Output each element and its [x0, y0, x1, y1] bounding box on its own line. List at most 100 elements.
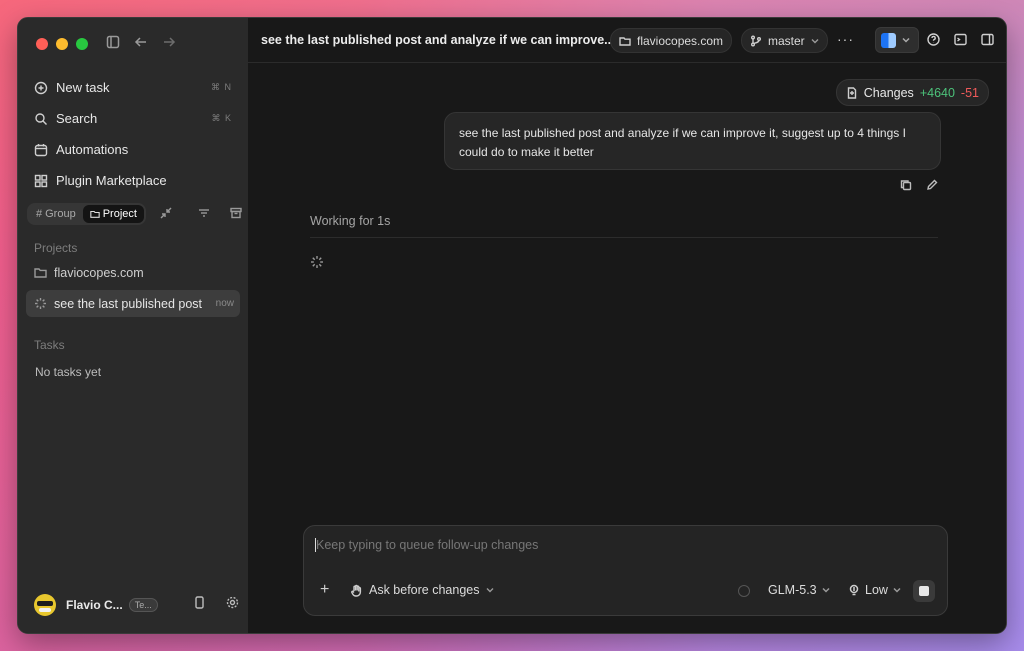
more-options-button[interactable]: ···	[837, 31, 854, 47]
composer-input[interactable]: Keep typing to queue follow-up changes	[315, 538, 538, 552]
group-toggle-button[interactable]: # Group	[29, 205, 83, 223]
projects-section-title: Projects	[34, 241, 78, 255]
folder-icon	[34, 268, 47, 278]
user-message-bubble: see the last published post and analyze …	[444, 112, 941, 170]
profile-actions	[193, 596, 239, 614]
plan-badge: Te...	[128, 598, 158, 612]
mobile-device-icon[interactable]	[193, 596, 206, 614]
loading-spinner-icon	[35, 298, 46, 309]
working-status: Working for 1s	[310, 214, 391, 228]
changes-label: Changes	[863, 85, 914, 100]
chevron-down-icon	[822, 587, 830, 593]
chevron-down-icon	[902, 37, 910, 43]
changes-button[interactable]: Changes +4640 -51	[835, 79, 989, 106]
task-label: see the last published post	[54, 296, 203, 311]
chevron-down-icon	[893, 587, 901, 593]
copy-icon[interactable]	[900, 178, 912, 196]
effort-label: Low	[865, 583, 888, 597]
lines-removed-count: -51	[960, 85, 979, 100]
folder-icon	[619, 36, 631, 46]
nav-label: Search	[56, 111, 98, 126]
finder-icon	[881, 32, 896, 48]
shortcut-hint: ⌘ N	[211, 82, 232, 92]
zoom-window-button[interactable]	[76, 38, 88, 50]
lightbulb-icon	[849, 584, 859, 596]
user-profile[interactable]: Flavio C... Te...	[34, 591, 239, 619]
back-arrow-icon[interactable]	[134, 35, 148, 54]
branch-name: master	[768, 33, 805, 48]
group-project-toggle: # Group Project	[27, 203, 146, 225]
automations-icon	[34, 143, 48, 156]
add-attachment-button[interactable]: +	[320, 581, 329, 599]
divider	[310, 237, 938, 238]
new-task-icon	[34, 81, 48, 94]
task-title: see the last published post and analyze …	[261, 33, 615, 47]
message-composer[interactable]: Keep typing to queue follow-up changes +…	[303, 525, 948, 616]
automations-button[interactable]: Automations	[26, 134, 240, 165]
nav-label: Automations	[56, 142, 129, 157]
hash-icon: #	[36, 208, 43, 220]
window-controls	[36, 38, 88, 50]
app-window: New task ⌘ N Search ⌘ K Automations Plug…	[17, 17, 1007, 634]
folder-icon	[89, 210, 100, 218]
close-window-button[interactable]	[36, 38, 48, 50]
search-icon	[35, 112, 47, 125]
forward-arrow-icon[interactable]	[162, 35, 176, 54]
new-task-button[interactable]: New task ⌘ N	[26, 72, 240, 103]
task-timestamp: now	[215, 298, 234, 309]
chevron-down-icon	[486, 588, 493, 593]
collapse-icon[interactable]	[160, 206, 172, 224]
task-item-active[interactable]: see the last published post now	[26, 290, 240, 317]
model-selector[interactable]: GLM-5.3	[768, 583, 830, 597]
edit-pencil-icon[interactable]	[926, 178, 938, 196]
plugin-marketplace-button[interactable]: Plugin Marketplace	[26, 165, 240, 196]
search-button[interactable]: Search ⌘ K	[26, 103, 240, 134]
sidebar-toolbar	[106, 35, 176, 54]
project-name: flaviocopes.com	[637, 33, 724, 48]
tasks-empty-state: No tasks yet	[35, 365, 102, 379]
archive-icon[interactable]	[230, 206, 242, 224]
branch-selector[interactable]: master	[741, 28, 828, 53]
hand-icon	[351, 584, 362, 597]
stop-icon	[919, 586, 929, 596]
avatar	[34, 594, 56, 616]
toggle-sidebar-icon[interactable]	[106, 35, 120, 54]
git-branch-icon	[751, 35, 761, 46]
composer-toolbar: + Ask before changes GLM-5.3 Low	[304, 579, 947, 603]
nav-label: New task	[56, 80, 110, 95]
project-toggle-button[interactable]: Project	[82, 205, 144, 223]
grouping-controls: # Group Project	[27, 203, 242, 225]
sidebar-nav: New task ⌘ N Search ⌘ K Automations Plug…	[26, 72, 240, 196]
sidebar-list-tools	[160, 206, 242, 224]
model-label: GLM-5.3	[768, 583, 817, 597]
help-icon[interactable]	[927, 33, 940, 51]
sidebar: New task ⌘ N Search ⌘ K Automations Plug…	[18, 18, 248, 633]
permission-mode-selector[interactable]: Ask before changes	[350, 583, 494, 597]
filter-icon[interactable]	[198, 206, 210, 224]
project-label: flaviocopes.com	[54, 265, 144, 280]
context-status-icon	[738, 585, 750, 597]
terminal-icon[interactable]	[954, 33, 967, 51]
stop-button[interactable]	[913, 580, 935, 602]
toolbar-right-icons	[927, 33, 994, 51]
shortcut-hint: ⌘ K	[211, 113, 232, 123]
permission-mode-label: Ask before changes	[369, 583, 480, 597]
loading-spinner-icon	[311, 256, 323, 268]
project-label: Project	[102, 208, 137, 220]
profile-name: Flavio C...	[66, 598, 123, 612]
group-label: Group	[45, 208, 76, 220]
document-icon	[847, 86, 856, 99]
settings-gear-icon[interactable]	[226, 596, 239, 614]
nav-label: Plugin Marketplace	[56, 173, 167, 188]
top-toolbar: see the last published post and analyze …	[248, 18, 1006, 63]
project-item-flaviocopes[interactable]: flaviocopes.com	[26, 259, 240, 286]
minimize-window-button[interactable]	[56, 38, 68, 50]
reasoning-effort-selector[interactable]: Low	[848, 583, 901, 597]
plugin-icon	[34, 174, 48, 187]
right-panel-icon[interactable]	[981, 33, 994, 51]
tasks-section-title: Tasks	[34, 338, 65, 352]
open-in-finder-button[interactable]	[875, 27, 919, 53]
project-selector[interactable]: flaviocopes.com	[610, 28, 733, 53]
message-actions	[900, 178, 938, 196]
chevron-down-icon	[811, 38, 819, 43]
